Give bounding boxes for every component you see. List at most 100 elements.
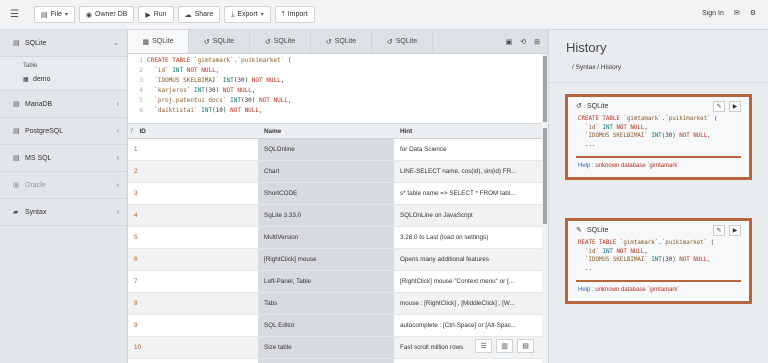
save-icon[interactable]: ▣ [506,38,513,46]
history-title: History [566,40,607,55]
history-icon: ↺ [264,38,271,46]
cell-id[interactable]: 5 [128,234,258,241]
chevron-left-icon: ‹ [116,154,119,162]
chevron-left-icon: ‹ [116,127,119,135]
cell-id[interactable]: 1 [128,146,258,153]
chevron-down-icon: ▾ [64,12,68,18]
sign-in-link[interactable]: Sign In [702,10,724,17]
play-icon[interactable]: ▶ [729,224,741,236]
editor-tabs: ▦ SQLite ↺ SQLite ↺ SQLite ↺ SQLite ↺ SQLite … [128,30,548,54]
cell-name[interactable]: Tabs [258,293,394,314]
gear-icon[interactable]: ⚙ [750,9,756,17]
sidebar-item-mssql[interactable]: ▤ MS SQL ‹ [0,145,127,172]
edit-icon[interactable]: ✎ [713,100,725,112]
edit-icon[interactable]: ✎ [713,224,725,236]
cell-hint[interactable]: mouse : [RightClick] , [MiddleClick] , [… [394,300,542,307]
column-header-name[interactable]: Name [258,128,394,135]
table-view-icon[interactable]: ☰ [475,339,492,353]
tab-sqlite-5[interactable]: ↺ SQLite [372,30,433,53]
cell-hint[interactable]: Opens many additional features [394,256,542,263]
tab-sqlite-1[interactable]: ▦ SQLite [128,30,189,53]
add-tab-icon[interactable]: ⊞ [534,38,540,46]
share-button[interactable]: ☁ Share [177,6,221,23]
cell-hint[interactable]: [RightClick] mouse "Context menu" or [..… [394,278,542,285]
cell-name[interactable]: Size table [258,337,394,358]
database-icon: ▤ [13,101,20,108]
history-card-header: ✎ SQLite ✎ ▶ [568,221,749,239]
column-header-hint[interactable]: Hint [394,128,542,135]
cell-hint[interactable]: LINE-SELECT name, cos(id), sin(id) FR... [394,168,542,175]
export-view-icon[interactable]: ▤ [517,339,534,353]
import-button[interactable]: ⤒ Import [274,6,315,23]
sidebar-item-oracle[interactable]: ◎ Oracle ‹ [0,172,127,199]
cell-id[interactable]: 2 [128,168,258,175]
chart-view-icon[interactable]: ▥ [496,339,513,353]
owner-db-button[interactable]: ◉ Owner DB [78,6,135,23]
table-row[interactable]: 1 SQLOnline for Data Science [128,139,542,161]
column-header-id[interactable]: 7 ID [128,128,258,135]
sidebar-item-syntax[interactable]: ▰ Syntax ‹ [0,199,127,226]
cell-name[interactable]: ShortCODE [258,183,394,204]
tab-label: SQLite [395,38,418,45]
history-card-sql: REATE TABLE `gimtamark`.`puikimarket` ( … [578,240,715,272]
cell-hint[interactable]: SQLOnLine on JavaScript [394,212,542,219]
cell-id[interactable]: 6 [128,256,258,263]
cell-name[interactable]: [RightClick] mouse [258,249,394,270]
cell-name[interactable]: SQLOnline [258,139,394,160]
cell-hint[interactable]: 3.28.0 to Last (load on settings) [394,234,542,241]
table-row[interactable]: 4 SqLite 3.33.0 SQLOnLine on JavaScript [128,205,542,227]
sidebar-item-sqlite[interactable]: ▤ SQLite ⌄ [0,30,127,57]
table-row[interactable]: 7 Left-Panel, Table [RightClick] mouse "Co… [128,271,542,293]
history-icon: ↺ [576,103,582,110]
history-card[interactable]: ✎ SQLite ✎ ▶ REATE TABLE `gimtamark`.`pu… [565,218,752,304]
play-icon[interactable]: ▶ [729,100,741,112]
cell-name[interactable]: MultiVersion [258,227,394,248]
code-line: CREATE TABLE `gimtamark`.`puikimarket` ( [147,57,292,64]
table-row[interactable]: 9 SQL Editor autocomplete : [Ctrl-Space] o… [128,315,542,337]
export-button[interactable]: ⤓ Export ▾ [224,6,271,23]
sql-editor[interactable]: 1 CREATE TABLE `gimtamark`.`puikimarket`… [128,54,548,124]
cell-name[interactable]: SQL Editor [258,315,394,336]
top-right-actions: Sign In ✉ ⚙ [702,9,756,18]
table-row[interactable]: 2 Chart LINE-SELECT name, cos(id), sin(id)… [128,161,542,183]
database-icon: ▤ [41,11,48,19]
export-label: Export [237,11,258,18]
cell-id[interactable]: 3 [128,190,258,197]
tab-sqlite-4[interactable]: ↺ SQLite [311,30,372,53]
cell-hint[interactable]: autocomplete : [Ctrl-Space] or [Alt-Spac… [394,322,542,329]
line-number: 2 [139,67,143,74]
history-card-db: SQLite [587,102,609,110]
cell-name[interactable]: SqLite 3.33.0 [258,205,394,226]
table-row[interactable]: 6 [RightClick] mouse Opens many additional… [128,249,542,271]
table-item-demo[interactable]: ▦ demo [23,73,127,86]
cell-name[interactable]: Chart [258,161,394,182]
cell-id[interactable]: 9 [128,322,258,329]
divider [549,82,768,83]
cell-id[interactable]: 7 [128,278,258,285]
table-row[interactable]: 11ShareCreate public link DB [128,359,542,363]
tab-sqlite-3[interactable]: ↺ SQLite [250,30,311,53]
sidebar-item-postgresql[interactable]: ▤ PostgreSQL ‹ [0,118,127,145]
sidebar-item-label: MariaDB [25,100,53,108]
history-panel: History / Syntax / History ↺ SQLite ✎ ▶ … [548,30,768,363]
menu-icon[interactable]: ☰ [10,9,24,20]
history-icon: ↺ [386,38,393,46]
file-button[interactable]: ▤ File ▾ [34,6,75,23]
tab-sqlite-2[interactable]: ↺ SQLite [189,30,250,53]
table-row[interactable]: 8 Tabs mouse : [RightClick] , [MiddleClick… [128,293,542,315]
cell-id[interactable]: 4 [128,212,258,219]
cell-name[interactable]: Left-Panel, Table [258,271,394,292]
cell-id[interactable]: 10 [128,344,258,351]
table-row[interactable]: 3 ShortCODE s* table name => SELECT * FROM… [128,183,542,205]
history-card[interactable]: ↺ SQLite ✎ ▶ CREATE TABLE `gimtamark`.`p… [565,94,752,180]
cell-hint[interactable]: s* table name => SELECT * FROM tabl... [394,190,542,197]
database-icon: ▤ [13,40,20,47]
mail-icon[interactable]: ✉ [734,9,740,17]
cell-id[interactable]: 8 [128,300,258,307]
refresh-icon[interactable]: ⟲ [520,38,526,46]
table-row[interactable]: 5 MultiVersion 3.28.0 to Last (load on set… [128,227,542,249]
run-button[interactable]: ▶ Run [138,6,174,23]
cell-hint[interactable]: for Data Science [394,146,542,153]
sidebar-item-mariadb[interactable]: ▤ MariaDB ‹ [0,91,127,118]
cell-name[interactable]: Share [258,359,394,363]
